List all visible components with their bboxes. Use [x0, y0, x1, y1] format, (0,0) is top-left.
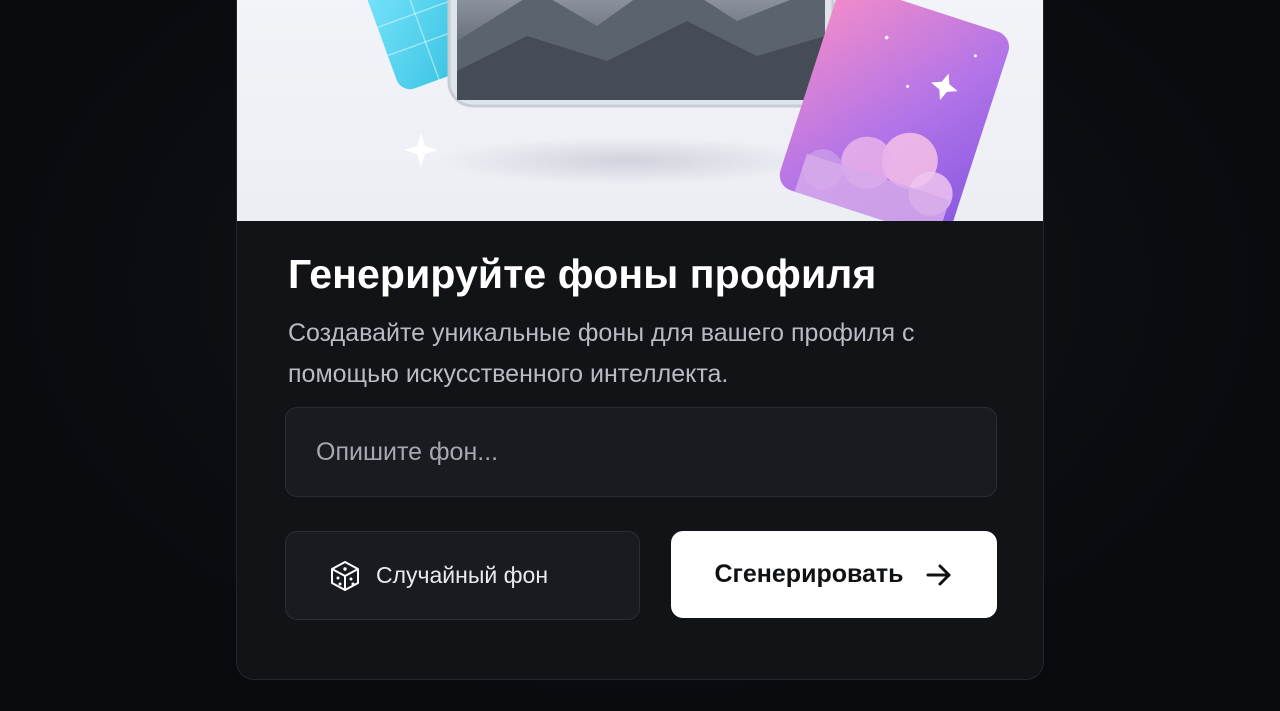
panel-content: Генерируйте фоны профиля Создавайте уник…	[237, 221, 1043, 679]
random-background-label: Случайный фон	[376, 562, 549, 588]
panel-subtitle: Создавайте уникальные фоны для вашего пр…	[288, 319, 915, 388]
random-background-button[interactable]: Случайный фон	[285, 531, 640, 620]
panel-title: Генерируйте фоны профиля	[288, 251, 877, 297]
page: Генерируйте фоны профиля Создавайте уник…	[0, 0, 1280, 711]
dice-icon	[328, 559, 362, 593]
hero-illustration	[237, 0, 1043, 221]
generate-button[interactable]: Сгенерировать	[671, 531, 997, 618]
hero-artwork	[360, 0, 1010, 221]
generate-label: Сгенерировать	[714, 560, 904, 588]
generator-card: Генерируйте фоны профиля Создавайте уник…	[236, 0, 1044, 680]
sparkle-icon	[404, 133, 438, 167]
background-prompt-input[interactable]	[285, 407, 997, 497]
mountain-card	[447, 0, 835, 108]
arrow-right-icon	[924, 560, 954, 590]
hero-shadow	[437, 137, 817, 185]
